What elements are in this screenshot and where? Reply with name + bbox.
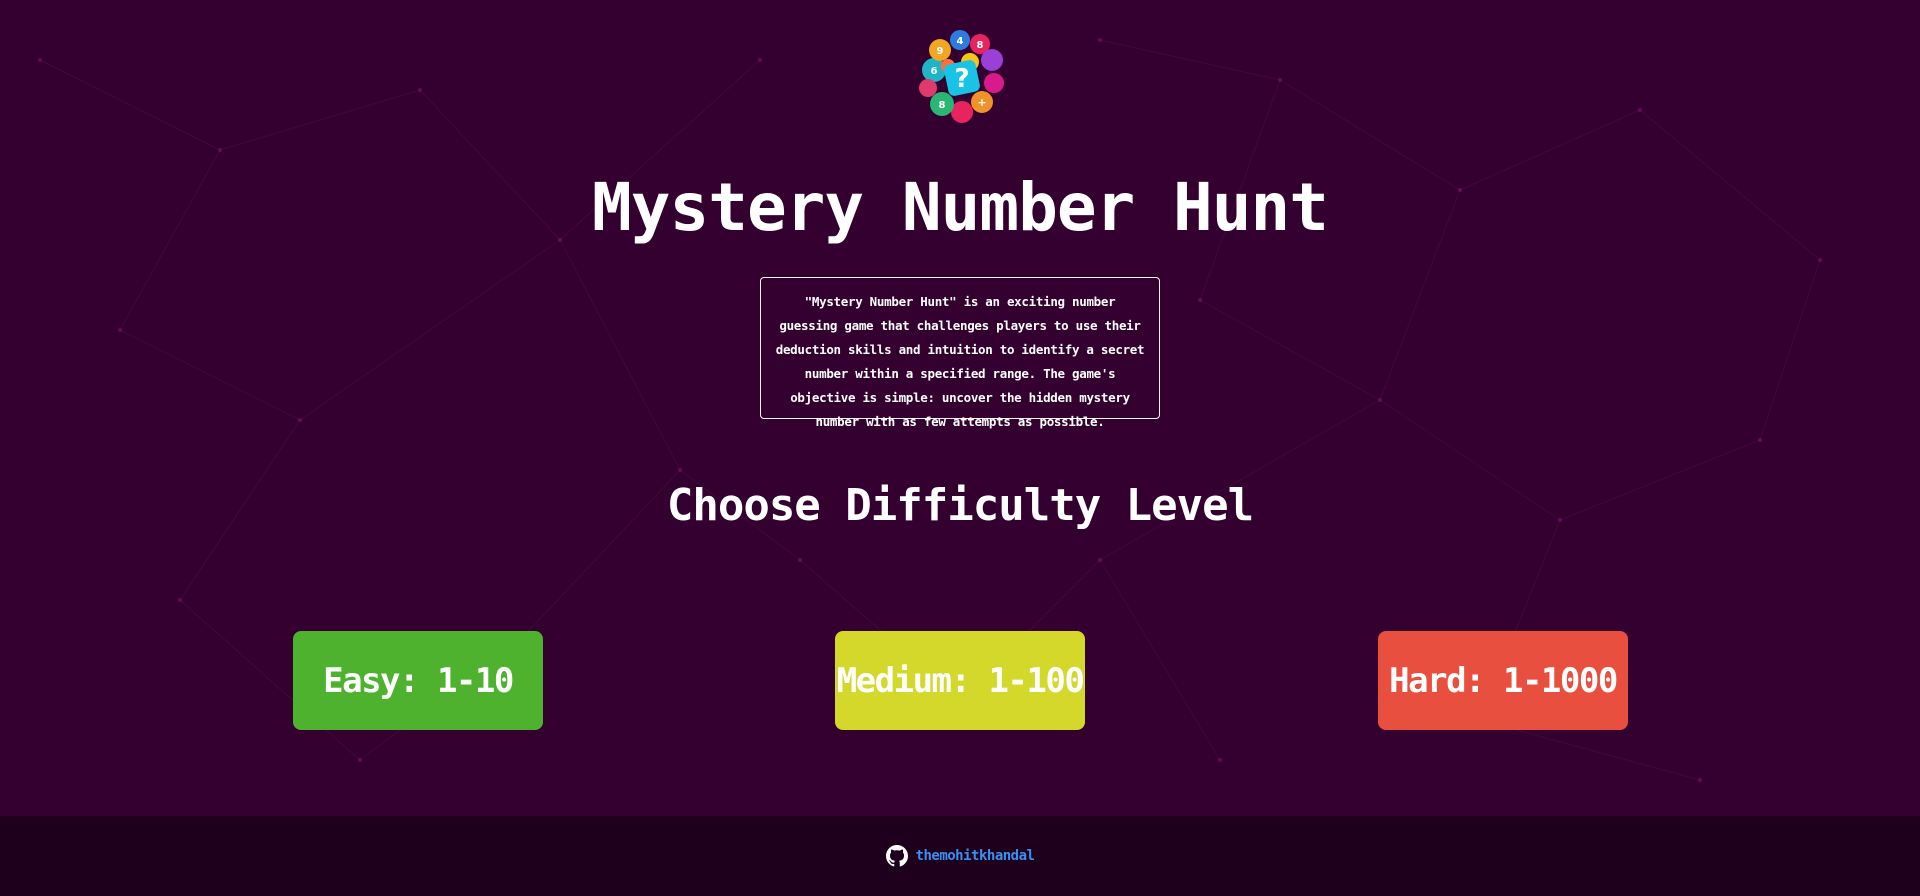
github-profile-link[interactable]: themohitkhandal — [885, 845, 1035, 867]
svg-text:8: 8 — [939, 100, 946, 111]
game-description: "Mystery Number Hunt" is an exciting num… — [760, 277, 1160, 429]
svg-text:4: 4 — [957, 36, 964, 47]
easy-difficulty-button[interactable]: Easy: 1-10 — [293, 631, 543, 730]
svg-text:+: + — [977, 96, 986, 109]
svg-text:9: 9 — [937, 46, 944, 57]
github-username: themohitkhandal — [915, 848, 1035, 864]
page-title: Mystery Number Hunt — [592, 169, 1329, 246]
svg-text:6: 6 — [931, 66, 938, 77]
svg-text:8: 8 — [977, 40, 984, 51]
hard-difficulty-button[interactable]: Hard: 1-1000 — [1378, 631, 1628, 730]
github-icon — [885, 845, 908, 867]
number-bubbles-logo-icon: ? 9 4 6 8 8 + — [919, 30, 1004, 123]
svg-text:?: ? — [954, 64, 969, 94]
footer: themohitkhandal — [0, 816, 1920, 896]
medium-difficulty-button[interactable]: Medium: 1-100 — [835, 631, 1085, 730]
difficulty-heading: Choose Difficulty Level — [666, 480, 1254, 531]
